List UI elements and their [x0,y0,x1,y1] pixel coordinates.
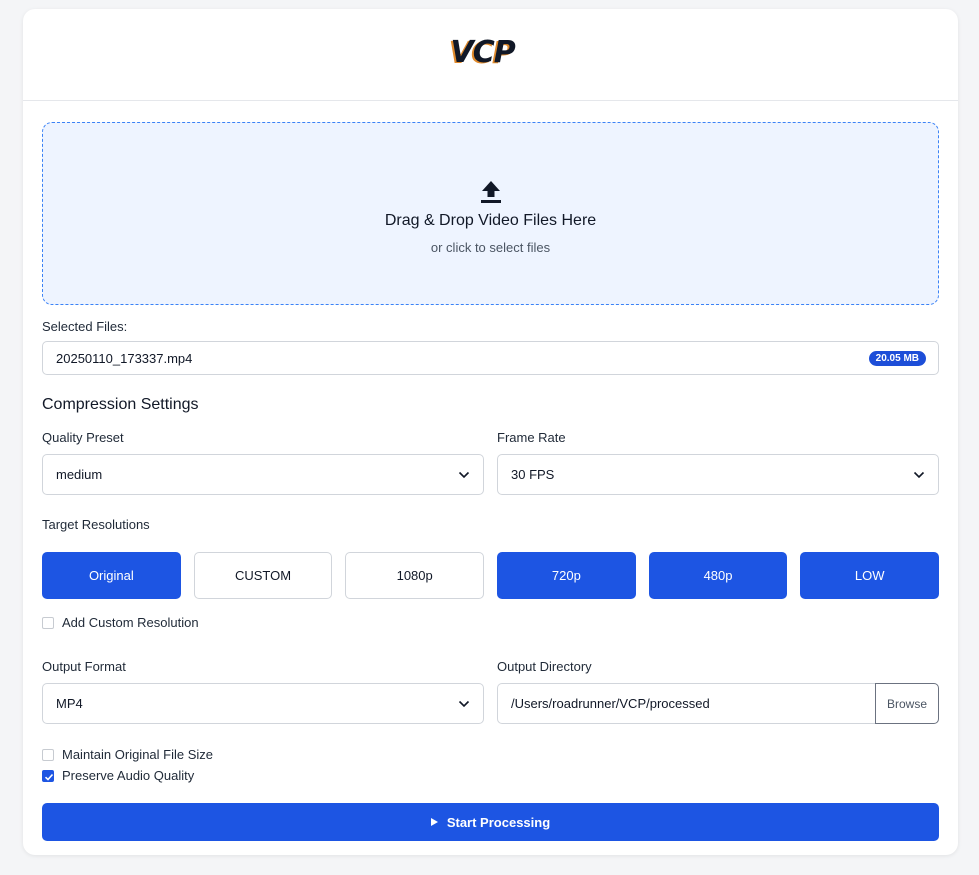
output-directory-group: /Users/roadrunner/VCP/processed Browse [497,683,939,724]
browse-button[interactable]: Browse [875,683,939,724]
compression-settings-title: Compression Settings [42,396,199,413]
app-header: VCP VCP [23,9,958,101]
maintain-file-size-option[interactable]: Maintain Original File Size [42,747,939,762]
resolution-720p-button[interactable]: 720p [497,552,636,599]
resolution-original-button[interactable]: Original [42,552,181,599]
selected-files-label: Selected Files: [42,319,128,334]
checkmark-icon [44,773,54,781]
play-icon [430,818,438,826]
app-logo: VCP VCP [449,34,531,75]
output-directory-input[interactable]: /Users/roadrunner/VCP/processed [497,683,875,724]
preserve-audio-checkbox[interactable] [42,769,54,782]
chevron-down-icon [913,471,925,478]
file-size-badge: 20.05 MB [868,350,926,366]
start-processing-label: Start Processing [446,814,551,830]
selected-file-item: 20250110_173337.mp4 20.05 MB [42,341,939,375]
output-format-select[interactable]: MP4 [42,683,484,724]
resolution-options: Original CUSTOM 1080p 720p 480p LOW [42,552,940,599]
upload-icon [480,181,501,203]
frame-rate-label: Frame Rate [497,430,566,445]
resolution-low-button[interactable]: LOW [800,552,940,599]
resolution-custom-button[interactable]: CUSTOM [193,552,333,599]
quality-preset-label: Quality Preset [42,430,124,445]
quality-preset-select[interactable]: medium [42,454,484,495]
file-name: 20250110_173337.mp4 [56,350,193,366]
dropzone-title: Drag & Drop Video Files Here [384,212,597,229]
start-processing-button[interactable]: Start Processing [42,803,939,841]
frame-rate-value: 30 FPS [511,467,555,482]
file-dropzone[interactable]: Drag & Drop Video Files Here or click to… [42,122,939,305]
preserve-audio-option[interactable]: Preserve Audio Quality [42,768,939,783]
main-card: VCP VCP Drag & Drop Video Files Here or … [23,9,958,855]
resolution-1080p-button[interactable]: 1080p [345,552,485,599]
add-custom-resolution-option[interactable]: Add Custom Resolution [42,615,939,630]
maintain-file-size-checkbox[interactable] [42,748,54,761]
output-format-label: Output Format [42,659,126,674]
quality-preset-value: medium [56,467,103,482]
output-directory-label: Output Directory [497,659,592,674]
output-format-value: MP4 [56,696,83,711]
target-resolutions-label: Target Resolutions [42,517,150,532]
resolution-480p-button[interactable]: 480p [648,552,788,599]
preserve-audio-label: Preserve Audio Quality [62,768,195,783]
add-custom-resolution-checkbox[interactable] [42,616,54,629]
chevron-down-icon [458,471,470,478]
frame-rate-select[interactable]: 30 FPS [497,454,939,495]
add-custom-resolution-label: Add Custom Resolution [62,615,199,630]
logo-text: VCP [450,34,516,70]
chevron-down-icon [458,700,470,707]
maintain-file-size-label: Maintain Original File Size [62,747,214,762]
dropzone-subtitle: or click to select files [430,240,551,255]
